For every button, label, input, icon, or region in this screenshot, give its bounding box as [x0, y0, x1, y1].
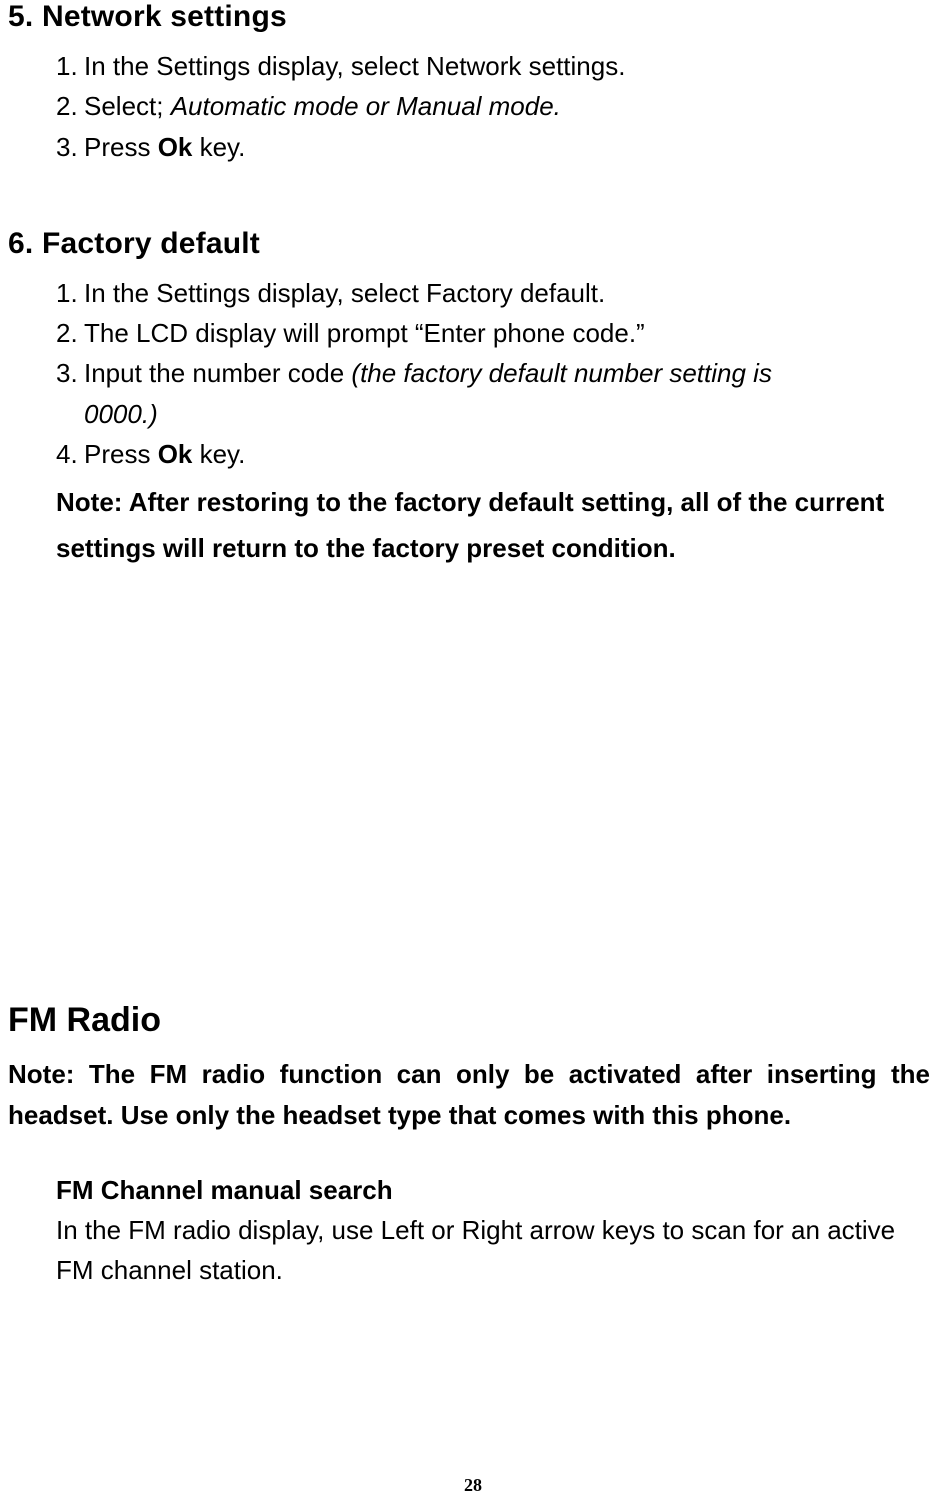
list-number: 1. — [56, 273, 84, 313]
list-number: 1. — [56, 46, 84, 86]
section-6-list: 1. In the Settings display, select Facto… — [56, 273, 930, 394]
text-run: key. — [192, 439, 245, 469]
fm-radio-heading: FM Radio — [8, 1001, 930, 1040]
list-text: Press Ok key. — [84, 434, 930, 474]
list-text: In the Settings display, select Factory … — [84, 273, 930, 313]
fm-radio-note: Note: The FM radio function can only be … — [8, 1054, 930, 1135]
text-run: key. — [192, 132, 245, 162]
list-text: Press Ok key. — [84, 127, 930, 167]
fm-body-text: In the FM radio display, use Left or Rig… — [56, 1210, 930, 1291]
list-text: Select; Automatic mode or Manual mode. — [84, 86, 930, 126]
spacer — [8, 571, 930, 1001]
section-6-note: Note: After restoring to the factory def… — [56, 480, 930, 571]
text-run: Input the number code — [84, 358, 351, 388]
text-run: Press — [84, 439, 158, 469]
list-item: 4. Press Ok key. — [56, 434, 930, 474]
list-text: Input the number code (the factory defau… — [84, 353, 930, 393]
fm-subheading: FM Channel manual search — [56, 1175, 930, 1206]
text-run: Select; — [84, 91, 171, 121]
fm-subsection: FM Channel manual search In the FM radio… — [56, 1175, 930, 1291]
section-6-list-cont: 4. Press Ok key. — [56, 434, 930, 474]
list-number: 2. — [56, 86, 84, 126]
list-number: 4. — [56, 434, 84, 474]
section-5-heading: 5. Network settings — [8, 0, 930, 34]
section-6-heading: 6. Factory default — [8, 227, 930, 261]
list-text: In the Settings display, select Network … — [84, 46, 930, 86]
list-item: 3. Input the number code (the factory de… — [56, 353, 930, 393]
list-item: 2. The LCD display will prompt “Enter ph… — [56, 313, 930, 353]
page-number: 28 — [0, 1475, 946, 1496]
list-item: 2. Select; Automatic mode or Manual mode… — [56, 86, 930, 126]
list-item: 1. In the Settings display, select Netwo… — [56, 46, 930, 86]
list-number: 2. — [56, 313, 84, 353]
bold-run: Ok — [158, 439, 193, 469]
bold-run: Ok — [158, 132, 193, 162]
list-item: 1. In the Settings display, select Facto… — [56, 273, 930, 313]
italic-run: (the factory default number setting is — [351, 358, 772, 388]
italic-run: Automatic mode or Manual mode. — [171, 91, 561, 121]
list-text: The LCD display will prompt “Enter phone… — [84, 313, 930, 353]
text-run: Press — [84, 132, 158, 162]
list-continuation: 0000.) — [84, 394, 930, 434]
list-number: 3. — [56, 127, 84, 167]
list-number: 3. — [56, 353, 84, 393]
section-5-list: 1. In the Settings display, select Netwo… — [56, 46, 930, 167]
list-item: 3. Press Ok key. — [56, 127, 930, 167]
document-page: 5. Network settings 1. In the Settings d… — [0, 0, 946, 1510]
